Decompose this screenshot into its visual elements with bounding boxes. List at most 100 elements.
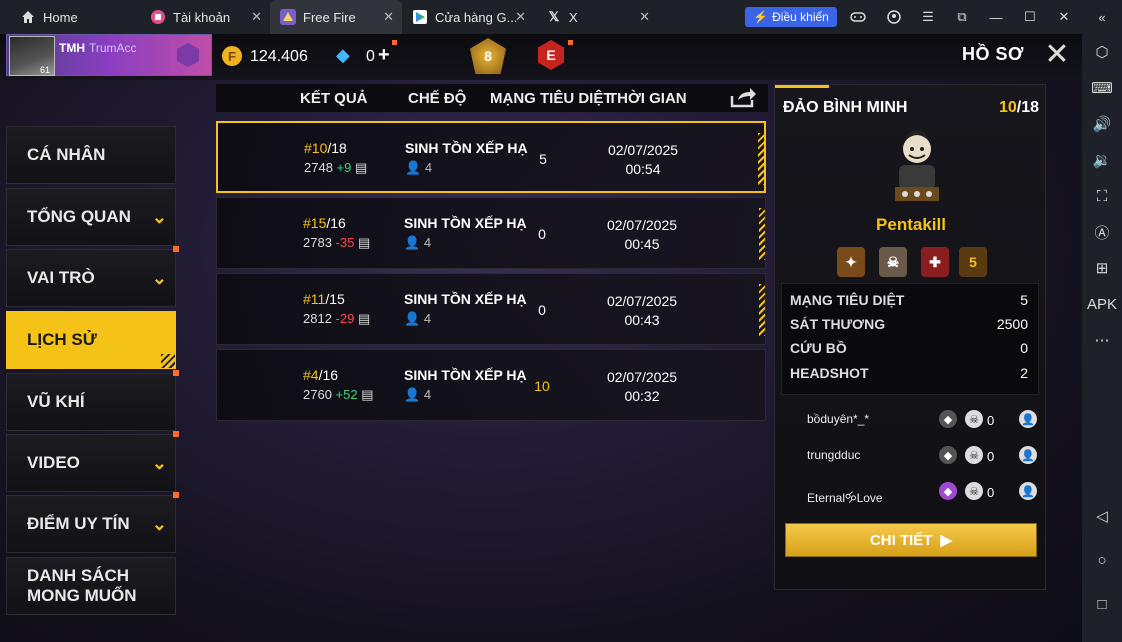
match-row[interactable]: #10/18 2748 +9 ▤ SINH TỒN XẾP HẠ 👤 4 5 0…	[216, 121, 766, 193]
back-icon[interactable]: ◁	[1092, 506, 1112, 526]
stat-value: 2500	[996, 316, 1028, 332]
play-arrow-icon: ▶	[940, 532, 953, 549]
match-row[interactable]: #11/15 2812 -29 ▤ SINH TỒN XẾP HẠ 👤 4 0 …	[216, 273, 766, 345]
free-fire-app-icon	[280, 9, 296, 25]
match-score: 2748 +9 ▤	[304, 160, 367, 176]
add-friend-icon[interactable]: 👤	[1019, 446, 1037, 464]
share-icon[interactable]	[730, 86, 758, 110]
screenshot-icon[interactable]: ⛶	[1092, 186, 1112, 206]
menu-item-label: DANH SÁCH MONG MUỐN	[27, 566, 137, 605]
menu-item-label: VŨ KHÍ	[27, 392, 85, 411]
home-circle-icon[interactable]: ○	[1092, 550, 1112, 570]
teammate-kills: 0	[987, 485, 995, 500]
recents-icon[interactable]: □	[1092, 594, 1112, 614]
diamond-amount: 0	[366, 48, 375, 65]
menu-item-label: VIDEO	[27, 453, 80, 472]
close-icon[interactable]: ✕	[1040, 38, 1074, 72]
close-icon[interactable]: ✕	[251, 9, 262, 25]
match-row[interactable]: #15/16 2783 -35 ▤ SINH TỒN XẾP HẠ 👤 4 0 …	[216, 197, 766, 269]
add-diamond-icon[interactable]: +	[378, 44, 390, 67]
medal-icon: ✚	[921, 247, 949, 277]
menu-item-danh-sach-mong-muon[interactable]: DANH SÁCH MONG MUỐN	[6, 557, 176, 615]
menu-item-vai-tro[interactable]: VAI TRÒ ⌄	[6, 246, 179, 307]
close-icon[interactable]: ✕	[639, 9, 650, 25]
menu-item-video[interactable]: VIDEO ⌄	[6, 431, 179, 492]
home-icon	[20, 9, 36, 25]
party-count: 4	[424, 160, 433, 175]
gamepad-icon[interactable]	[850, 9, 866, 25]
history-table-header: KẾT QUẢ CHẾ ĐỘ MẠNG TIÊU DIỆT THỜI GIAN	[216, 84, 768, 112]
maximize-icon[interactable]: ☐	[1022, 9, 1038, 25]
cs-rank-letter: E	[546, 47, 556, 63]
match-time: 00:54	[625, 161, 661, 177]
browser-tab-bar: Home Tài khoản ✕ Free Fire ✕ Cửa hàng G.…	[0, 0, 1122, 34]
more-icon[interactable]: ⋯	[1092, 330, 1112, 350]
auto-icon[interactable]: Ⓐ	[1092, 222, 1112, 242]
tab-home[interactable]: Home	[0, 0, 140, 34]
menu-icon[interactable]: ☰	[920, 9, 936, 25]
collapse-sidebar-icon[interactable]: «	[1094, 9, 1110, 25]
add-friend-icon[interactable]: 👤	[1019, 482, 1037, 500]
notification-dot	[173, 431, 179, 437]
tab-cua-hang[interactable]: Cửa hàng G... ✕	[402, 0, 534, 34]
notification-dot	[173, 492, 179, 498]
rank-badge-icon: ◆	[939, 446, 957, 464]
page-title: HỒ SƠ	[962, 44, 1024, 64]
multi-instance-icon[interactable]: ⊞	[1092, 258, 1112, 278]
menu-item-label: ĐIỂM UY TÍN	[27, 514, 130, 533]
rank-total: /16	[326, 215, 346, 231]
menu-item-vu-khi[interactable]: VŨ KHÍ	[6, 370, 179, 431]
row-stripe	[758, 133, 764, 185]
tab-label: X	[569, 9, 578, 25]
x-app-icon: 𝕏	[548, 9, 560, 24]
stat-value: 0	[1020, 340, 1028, 356]
menu-item-ca-nhan[interactable]: CÁ NHÂN	[6, 126, 176, 184]
party-size: 👤 4	[404, 387, 431, 403]
user-account-icon[interactable]	[886, 9, 902, 25]
emulator-sidebar: ⬡ ⌨ 🔊 🔉 ⛶ Ⓐ ⊞ APK ⋯ ◁ ○ □	[1082, 34, 1122, 642]
points-delta: +9	[336, 160, 352, 175]
controls-button[interactable]: ⚡ Điều khiển	[745, 7, 837, 27]
details-button[interactable]: CHI TIẾT ▶	[785, 523, 1037, 557]
column-header-kills: MẠNG TIÊU DIỆT	[490, 90, 613, 107]
add-friend-icon[interactable]: 👤	[1019, 410, 1037, 428]
tab-label: Home	[43, 9, 78, 25]
minimize-icon[interactable]: —	[988, 9, 1004, 25]
volume-up-icon[interactable]: 🔊	[1092, 114, 1112, 134]
volume-down-icon[interactable]: 🔉	[1092, 150, 1112, 170]
close-icon[interactable]: ✕	[383, 9, 394, 25]
medal-icon: 5	[959, 247, 987, 277]
stat-label: MẠNG TIÊU DIỆT	[790, 292, 905, 308]
restore-window-icon[interactable]: ⧉	[954, 9, 970, 25]
menu-item-tong-quan[interactable]: TỔNG QUAN ⌄	[6, 188, 176, 246]
tab-free-fire[interactable]: Free Fire ✕	[270, 0, 402, 34]
column-header-result: KẾT QUẢ	[300, 90, 368, 107]
match-kills: 0	[538, 302, 546, 318]
menu-item-diem-uy-tin[interactable]: ĐIỂM UY TÍN ⌄	[6, 492, 179, 553]
rank-position: #4	[303, 367, 319, 383]
tab-label: Free Fire	[303, 9, 356, 25]
match-row[interactable]: #4/16 2760 +52 ▤ SINH TỒN XẾP HẠ 👤 4 10 …	[216, 349, 766, 421]
placement-position: 10	[998, 99, 1017, 116]
notification-dot	[173, 246, 179, 252]
menu-item-lich-su[interactable]: LỊCH SỬ	[6, 311, 176, 369]
close-icon[interactable]: ✕	[515, 9, 526, 25]
apk-install-icon[interactable]: APK	[1087, 294, 1117, 314]
controls-button-label: Điều khiển	[772, 10, 829, 24]
profile-banner[interactable]: 61 TMH TrumAcc	[6, 34, 212, 76]
gold-coin-icon: F	[222, 46, 242, 66]
chevron-down-icon: ⌄	[151, 268, 167, 288]
teammate-row[interactable]: trungdduc ◆ ☠ 0 👤	[775, 441, 1047, 471]
close-window-icon[interactable]: ✕	[1056, 9, 1072, 25]
tab-x[interactable]: 𝕏 X ✕	[534, 0, 658, 34]
settings-hex-icon[interactable]: ⬡	[1092, 42, 1112, 62]
br-rank-number: 8	[484, 48, 492, 64]
keyboard-icon[interactable]: ⌨	[1091, 78, 1113, 98]
match-mode: SINH TỒN XẾP HẠ	[404, 367, 527, 383]
teammate-row[interactable]: bồduyên*_* ◆ ☠ 0 👤	[775, 405, 1047, 435]
avatar[interactable]: 61	[9, 36, 55, 76]
teammate-row[interactable]: Eternal🝰Love ◆ ☠ 0 👤	[775, 477, 1047, 507]
menu-item-label: CÁ NHÂN	[27, 145, 106, 164]
tab-tai-khoan[interactable]: Tài khoản ✕	[140, 0, 270, 34]
play-store-icon	[412, 9, 428, 25]
